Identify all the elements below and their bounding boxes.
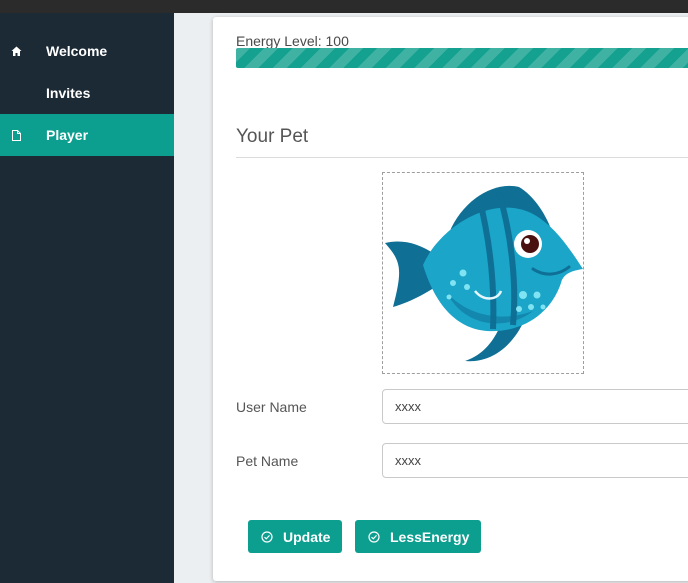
less-energy-button[interactable]: LessEnergy bbox=[355, 520, 482, 553]
energy-progress-bar bbox=[236, 48, 688, 68]
sidebar-item-label: Player bbox=[46, 127, 89, 143]
section-divider bbox=[236, 157, 688, 158]
sidebar-item-invites[interactable]: Invites bbox=[0, 72, 174, 114]
check-circle-icon bbox=[260, 530, 274, 544]
player-card: Energy Level: 100 Your Pet User Name xxx… bbox=[213, 17, 688, 581]
top-bar bbox=[0, 0, 688, 13]
sidebar-item-player[interactable]: Player bbox=[0, 114, 174, 156]
energy-progress-fill bbox=[236, 48, 688, 68]
sidebar-item-welcome[interactable]: Welcome bbox=[0, 30, 174, 72]
user-name-label: User Name bbox=[236, 399, 307, 415]
user-name-input[interactable] bbox=[382, 389, 688, 424]
sidebar: Welcome Invites Player bbox=[0, 13, 174, 583]
check-circle-icon bbox=[367, 530, 381, 544]
pet-image bbox=[382, 172, 584, 374]
update-button-label: Update bbox=[283, 528, 331, 545]
sidebar-item-label: Invites bbox=[46, 85, 91, 101]
document-icon bbox=[9, 128, 23, 142]
pet-name-label: Pet Name bbox=[236, 453, 299, 469]
update-button[interactable]: Update bbox=[248, 520, 343, 553]
section-title: Your Pet bbox=[236, 126, 309, 147]
sidebar-item-label: Welcome bbox=[46, 43, 108, 59]
energy-level-label: Energy Level: 100 bbox=[236, 33, 349, 49]
less-energy-button-label: LessEnergy bbox=[390, 528, 470, 545]
fish-icon bbox=[385, 185, 583, 362]
pet-name-input[interactable] bbox=[382, 443, 688, 478]
home-icon bbox=[9, 44, 23, 58]
